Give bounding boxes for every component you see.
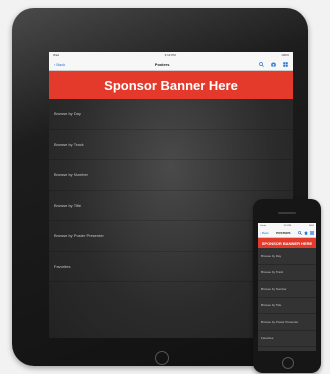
back-button[interactable]: ‹ Back xyxy=(260,231,269,235)
list-item[interactable]: Browse by Number xyxy=(49,160,293,191)
status-battery: 100% xyxy=(281,53,289,57)
list-item[interactable]: Browse by Day xyxy=(258,248,316,265)
speaker-icon xyxy=(278,212,296,214)
list-item[interactable]: Browse by Title xyxy=(258,298,316,314)
nav-actions xyxy=(259,61,288,67)
back-label: Back xyxy=(262,230,269,235)
grid-icon[interactable] xyxy=(310,230,314,235)
back-label: Back xyxy=(56,61,66,67)
list-item[interactable]: Favorites xyxy=(258,331,316,347)
status-time: 3:13 PM xyxy=(164,53,176,57)
list-item[interactable]: Browse by Day xyxy=(49,99,293,130)
status-time: 3:13 PM xyxy=(283,224,292,227)
home-button[interactable] xyxy=(282,357,294,369)
camera-icon[interactable] xyxy=(271,62,276,67)
chevron-left-icon: ‹ xyxy=(54,61,56,67)
page-title: POSTERS xyxy=(276,230,291,235)
chevron-left-icon: ‹ xyxy=(260,230,261,235)
status-carrier: iPad xyxy=(53,53,60,57)
navigation-bar: ‹ Back POSTERS xyxy=(258,228,316,238)
list-item[interactable]: Browse by Number xyxy=(258,281,316,298)
list-item[interactable]: Browse by Track xyxy=(49,130,293,160)
status-battery: 100% xyxy=(308,224,314,227)
home-button[interactable] xyxy=(155,351,169,365)
list-item[interactable]: Browse by Poster Presenter xyxy=(258,314,316,331)
list-item[interactable]: Browse by Track xyxy=(258,265,316,281)
sponsor-banner[interactable]: Sponsor Banner Here xyxy=(49,71,293,99)
home-icon[interactable] xyxy=(304,230,308,235)
camera-icon xyxy=(158,21,163,26)
sponsor-banner[interactable]: SPONSOR BANNER HERE xyxy=(258,238,316,248)
navigation-bar: ‹ Back Posters xyxy=(49,58,293,71)
iphone-screen: Carrier 3:13 PM 100% ‹ Back POSTERS SPON… xyxy=(258,223,316,351)
search-icon[interactable] xyxy=(259,61,264,67)
nav-actions xyxy=(298,230,314,235)
search-icon[interactable] xyxy=(298,230,302,235)
status-carrier: Carrier xyxy=(260,224,267,227)
grid-icon[interactable] xyxy=(283,61,288,67)
iphone-device: Carrier 3:13 PM 100% ‹ Back POSTERS SPON… xyxy=(253,199,321,373)
page-title: Posters xyxy=(154,61,170,67)
back-button[interactable]: ‹ Back xyxy=(54,62,65,67)
browse-menu: Browse by Day Browse by Track Browse by … xyxy=(258,248,316,347)
